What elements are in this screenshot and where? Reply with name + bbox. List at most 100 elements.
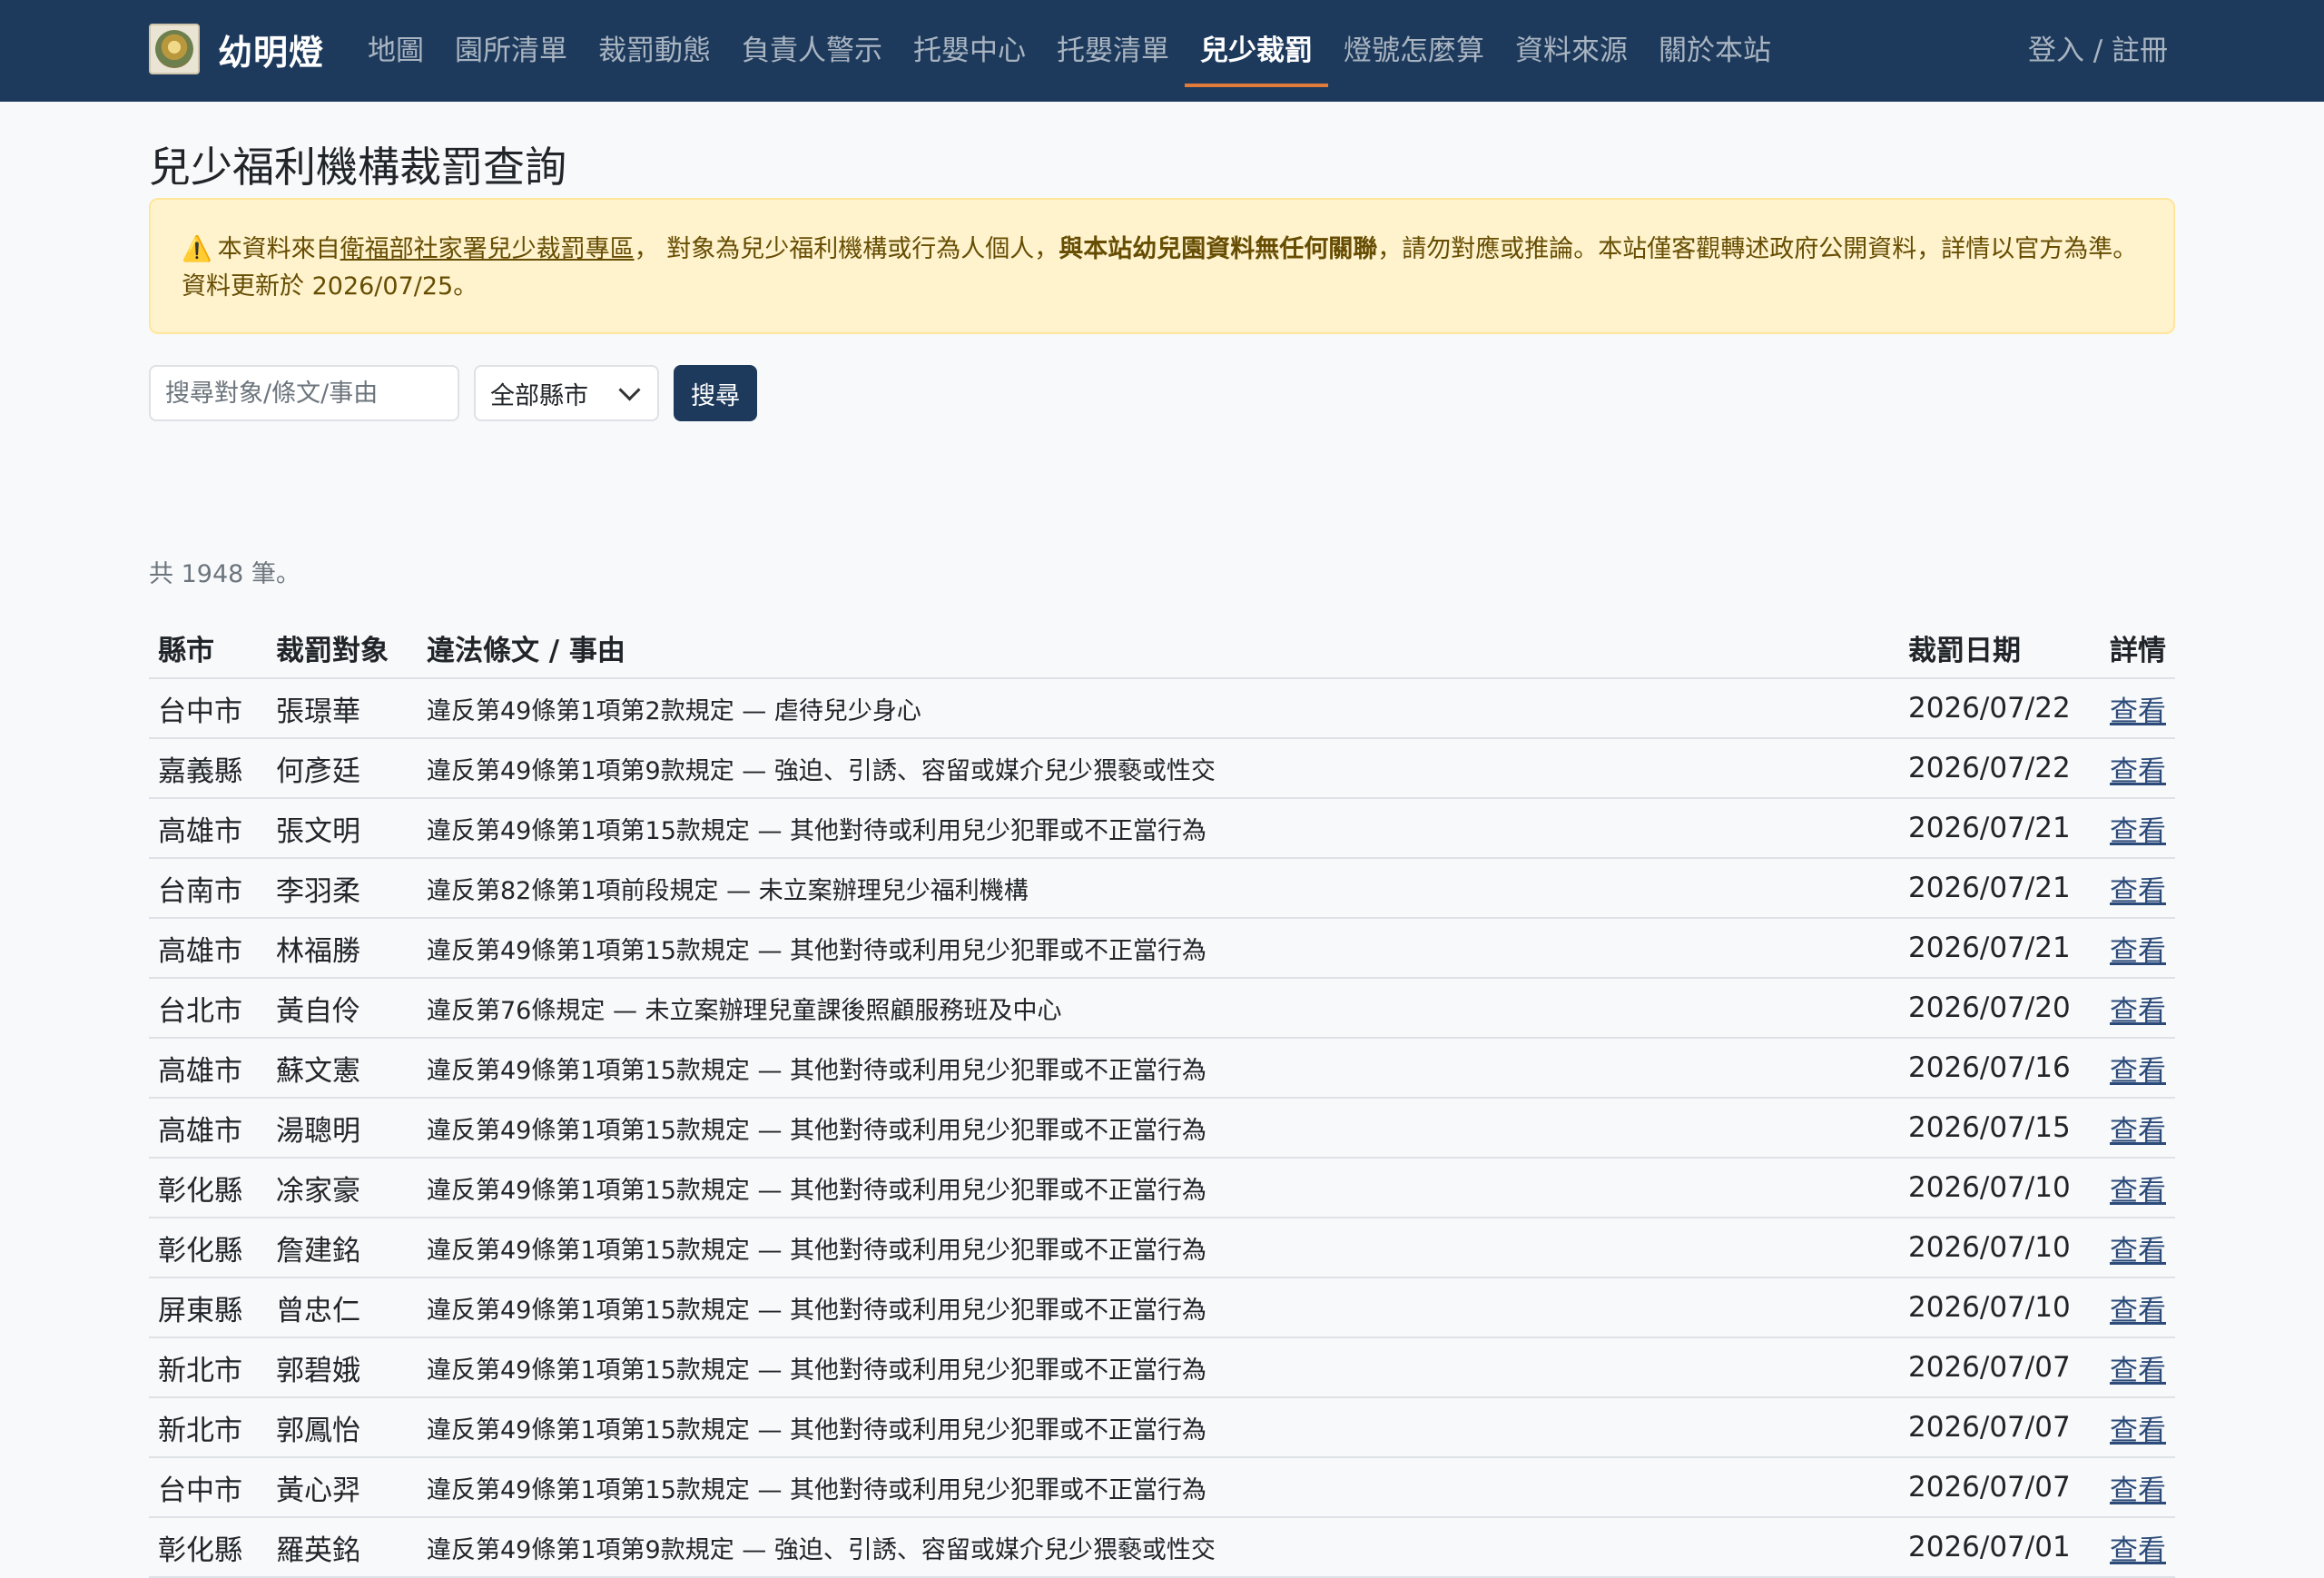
cell-city: 高雄市 xyxy=(149,1098,267,1159)
login-register-link[interactable]: 登入 / 註冊 xyxy=(2028,0,2168,102)
cell-reason: 違反第49條第1項第15款規定 — 其他對待或利用兒少犯罪或不正當行為 xyxy=(418,918,1899,979)
cell-target: 羅英銘 xyxy=(267,1517,418,1578)
cell-detail: 查看 xyxy=(2101,1397,2175,1458)
cell-target: 李羽柔 xyxy=(267,858,418,919)
cell-target: 郭碧娥 xyxy=(267,1337,418,1398)
table-row: 彰化縣 羅英銘 違反第49條第1項第9款規定 — 強迫、引誘、容留或媒介兒少猥褻或性… xyxy=(149,1517,2175,1578)
cell-date: 2026/07/15 xyxy=(1899,1098,2101,1159)
view-detail-link[interactable]: 查看 xyxy=(2110,1295,2166,1327)
cell-date: 2026/07/10 xyxy=(1899,1277,2101,1338)
cell-date: 2026/07/01 xyxy=(1899,1517,2101,1578)
cell-city: 新北市 xyxy=(149,1337,267,1398)
table-row: 彰化縣 詹建銘 違反第49條第1項第15款規定 — 其他對待或利用兒少犯罪或不正當行… xyxy=(149,1218,2175,1278)
table-row: 高雄市 蘇文憲 違反第49條第1項第15款規定 — 其他對待或利用兒少犯罪或不正當行… xyxy=(149,1038,2175,1099)
cell-date: 2026/07/10 xyxy=(1899,1158,2101,1218)
nav-item[interactable]: 資料來源 xyxy=(1500,0,1643,102)
view-detail-link[interactable]: 查看 xyxy=(2110,1055,2166,1088)
view-detail-link[interactable]: 查看 xyxy=(2110,1415,2166,1447)
alert-middle: ， 對象為兒少福利機構或行為人個人， xyxy=(634,235,1059,263)
disclaimer-alert: ⚠️ 本資料來自衛福部社家署兒少裁罰專區， 對象為兒少福利機構或行為人個人，與本站… xyxy=(149,198,2175,334)
cell-detail: 查看 xyxy=(2101,1218,2175,1278)
cell-city: 台北市 xyxy=(149,978,267,1039)
cell-detail: 查看 xyxy=(2101,1038,2175,1099)
result-count: 共 1948 筆。 xyxy=(149,560,300,588)
city-select-value: 全部縣市 xyxy=(490,381,588,410)
nav-item[interactable]: 裁罰動態 xyxy=(583,0,726,102)
cell-reason: 違反第76條規定 — 未立案辦理兒童課後照顧服務班及中心 xyxy=(418,978,1899,1039)
page-title: 兒少福利機構裁罰查詢 xyxy=(149,143,566,192)
cell-detail: 查看 xyxy=(2101,1517,2175,1578)
cell-reason: 違反第49條第1項第9款規定 — 強迫、引誘、容留或媒介兒少猥褻或性交 xyxy=(418,1517,1899,1578)
view-detail-link[interactable]: 查看 xyxy=(2110,815,2166,848)
cell-target: 張文明 xyxy=(267,798,418,859)
cell-date: 2026/07/07 xyxy=(1899,1337,2101,1398)
cell-target: 郭鳳怡 xyxy=(267,1397,418,1458)
view-detail-link[interactable]: 查看 xyxy=(2110,1175,2166,1208)
cell-reason: 違反第49條第1項第15款規定 — 其他對待或利用兒少犯罪或不正當行為 xyxy=(418,1038,1899,1099)
cell-detail: 查看 xyxy=(2101,798,2175,859)
cell-target: 詹建銘 xyxy=(267,1218,418,1278)
brand[interactable]: 幼明燈 xyxy=(149,24,324,74)
cell-target: 凃家豪 xyxy=(267,1158,418,1218)
view-detail-link[interactable]: 查看 xyxy=(2110,875,2166,908)
view-detail-link[interactable]: 查看 xyxy=(2110,1355,2166,1387)
table-row: 台中市 張璟華 違反第49條第1項第2款規定 — 虐待兒少身心 2026/07/22 查… xyxy=(149,678,2175,739)
chevron-down-icon xyxy=(618,378,641,401)
cell-target: 林福勝 xyxy=(267,918,418,979)
main-nav: 地圖 園所清單 裁罰動態 負責人警示 托嬰中心 托嬰清單 兒少裁罰 燈號怎麼算 資料來源 關於本站 xyxy=(352,0,1787,102)
nav-item[interactable]: 托嬰中心 xyxy=(898,0,1041,102)
cell-reason: 違反第82條第1項前段規定 — 未立案辦理兒少福利機構 xyxy=(418,858,1899,919)
header-date: 裁罰日期 xyxy=(1899,617,2101,679)
cell-date: 2026/07/20 xyxy=(1899,978,2101,1039)
brand-name: 幼明燈 xyxy=(218,32,325,73)
cell-city: 台中市 xyxy=(149,678,267,739)
cell-reason: 違反第49條第1項第15款規定 — 其他對待或利用兒少犯罪或不正當行為 xyxy=(418,1457,1899,1518)
source-link[interactable]: 衛福部社家署兒少裁罰專區 xyxy=(340,235,635,263)
cell-target: 黃自伶 xyxy=(267,978,418,1039)
search-input[interactable] xyxy=(149,365,459,421)
city-select[interactable]: 全部縣市 xyxy=(474,365,659,421)
cell-reason: 違反第49條第1項第15款規定 — 其他對待或利用兒少犯罪或不正當行為 xyxy=(418,1158,1899,1218)
nav-item[interactable]: 托嬰清單 xyxy=(1041,0,1185,102)
nav-item[interactable]: 關於本站 xyxy=(1643,0,1787,102)
cell-reason: 違反第49條第1項第2款規定 — 虐待兒少身心 xyxy=(418,678,1899,739)
view-detail-link[interactable]: 查看 xyxy=(2110,1115,2166,1148)
nav-item[interactable]: 兒少裁罰 xyxy=(1185,0,1328,102)
alert-bold-notice: 與本站幼兒園資料無任何關聯 xyxy=(1059,235,1378,263)
view-detail-link[interactable]: 查看 xyxy=(2110,995,2166,1028)
view-detail-link[interactable]: 查看 xyxy=(2110,755,2166,788)
cell-detail: 查看 xyxy=(2101,738,2175,799)
lamp-logo-icon xyxy=(149,24,200,74)
cell-reason: 違反第49條第1項第15款規定 — 其他對待或利用兒少犯罪或不正當行為 xyxy=(418,1337,1899,1398)
cell-target: 曾忠仁 xyxy=(267,1277,418,1338)
search-button[interactable]: 搜尋 xyxy=(674,365,757,421)
view-detail-link[interactable]: 查看 xyxy=(2110,1534,2166,1567)
warning-icon: ⚠️ xyxy=(182,235,212,263)
table-row: 新北市 郭碧娥 違反第49條第1項第15款規定 — 其他對待或利用兒少犯罪或不正當行… xyxy=(149,1337,2175,1398)
nav-item[interactable]: 負責人警示 xyxy=(726,0,898,102)
nav-item[interactable]: 地圖 xyxy=(352,0,439,102)
cell-date: 2026/07/22 xyxy=(1899,738,2101,799)
header-reason: 違法條文 / 事由 xyxy=(418,617,1899,679)
top-navbar: 幼明燈 地圖 園所清單 裁罰動態 負責人警示 托嬰中心 托嬰清單 兒少裁罰 燈號怎麼算 資料來源… xyxy=(0,0,2324,102)
nav-item[interactable]: 燈號怎麼算 xyxy=(1328,0,1500,102)
cell-detail: 查看 xyxy=(2101,1337,2175,1398)
view-detail-link[interactable]: 查看 xyxy=(2110,935,2166,968)
table-row: 台北市 黃自伶 違反第76條規定 — 未立案辦理兒童課後照顧服務班及中心 2026/0… xyxy=(149,978,2175,1039)
cell-city: 台南市 xyxy=(149,858,267,919)
cell-date: 2026/07/22 xyxy=(1899,678,2101,739)
view-detail-link[interactable]: 查看 xyxy=(2110,1474,2166,1507)
cell-reason: 違反第49條第1項第15款規定 — 其他對待或利用兒少犯罪或不正當行為 xyxy=(418,1098,1899,1159)
cell-date: 2026/07/21 xyxy=(1899,918,2101,979)
nav-item[interactable]: 園所清單 xyxy=(439,0,583,102)
cell-detail: 查看 xyxy=(2101,978,2175,1039)
view-detail-link[interactable]: 查看 xyxy=(2110,1235,2166,1267)
cell-detail: 查看 xyxy=(2101,1158,2175,1218)
cell-city: 台中市 xyxy=(149,1457,267,1518)
cell-date: 2026/07/16 xyxy=(1899,1038,2101,1099)
cell-target: 湯聰明 xyxy=(267,1098,418,1159)
view-detail-link[interactable]: 查看 xyxy=(2110,695,2166,728)
cell-date: 2026/07/07 xyxy=(1899,1457,2101,1518)
penalty-table: 縣市 裁罰對象 違法條文 / 事由 裁罰日期 詳情 台中市 張璟華 違反第49條第1… xyxy=(149,617,2175,1578)
cell-detail: 查看 xyxy=(2101,918,2175,979)
